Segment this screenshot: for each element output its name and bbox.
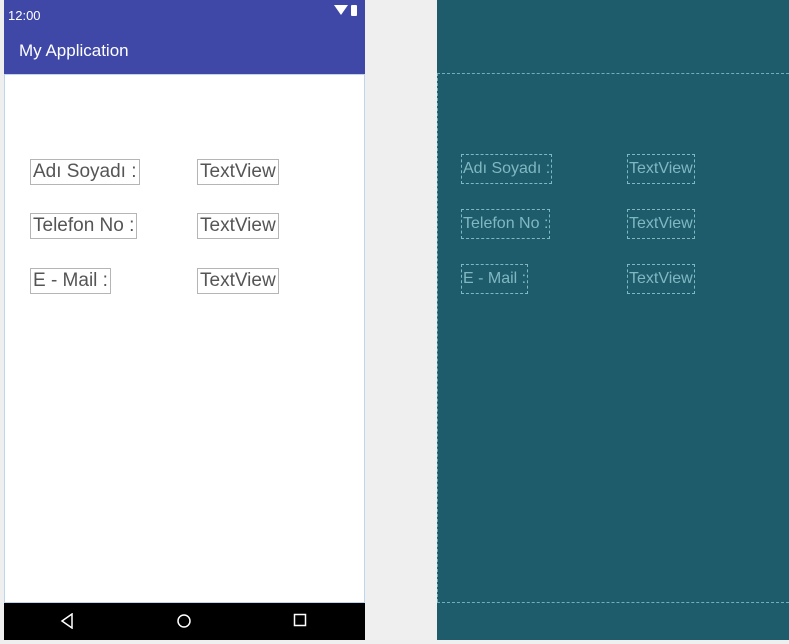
blueprint-left-boundary bbox=[437, 73, 438, 602]
phone-label: Telefon No : bbox=[30, 213, 138, 239]
app-bar: My Application bbox=[4, 28, 365, 74]
recents-square-icon[interactable] bbox=[293, 613, 307, 627]
back-triangle-icon[interactable] bbox=[60, 613, 74, 629]
blueprint-bottom-boundary bbox=[437, 602, 789, 603]
email-label: E - Mail : bbox=[30, 268, 111, 294]
status-icons bbox=[334, 4, 357, 16]
wifi-icon bbox=[334, 5, 348, 15]
blueprint-email-label[interactable]: E - Mail : bbox=[461, 264, 529, 294]
blueprint-top-boundary bbox=[437, 73, 789, 74]
navigation-bar bbox=[4, 603, 365, 640]
blueprint-phone-label[interactable]: Telefon No : bbox=[461, 209, 551, 239]
email-value: TextView bbox=[197, 268, 279, 294]
name-label: Adı Soyadı : bbox=[30, 159, 140, 185]
status-bar: 12:00 bbox=[4, 0, 365, 28]
blueprint-name-label[interactable]: Adı Soyadı : bbox=[461, 154, 553, 184]
status-time: 12:00 bbox=[8, 8, 41, 23]
battery-icon bbox=[351, 4, 357, 16]
blueprint-email-value[interactable]: TextView bbox=[627, 264, 695, 294]
content-area: Adı Soyadı : TextView Telefon No : TextV… bbox=[4, 74, 365, 603]
home-circle-icon[interactable] bbox=[176, 613, 192, 629]
blueprint-name-value[interactable]: TextView bbox=[627, 154, 695, 184]
phone-value: TextView bbox=[197, 213, 279, 239]
name-value: TextView bbox=[197, 159, 279, 185]
app-title: My Application bbox=[19, 41, 129, 60]
design-preview: 12:00 My Application Adı Soyadı : TextVi… bbox=[4, 0, 365, 640]
blueprint-phone-value[interactable]: TextView bbox=[627, 209, 695, 239]
blueprint-preview: Adı Soyadı : TextView Telefon No : TextV… bbox=[437, 0, 789, 640]
